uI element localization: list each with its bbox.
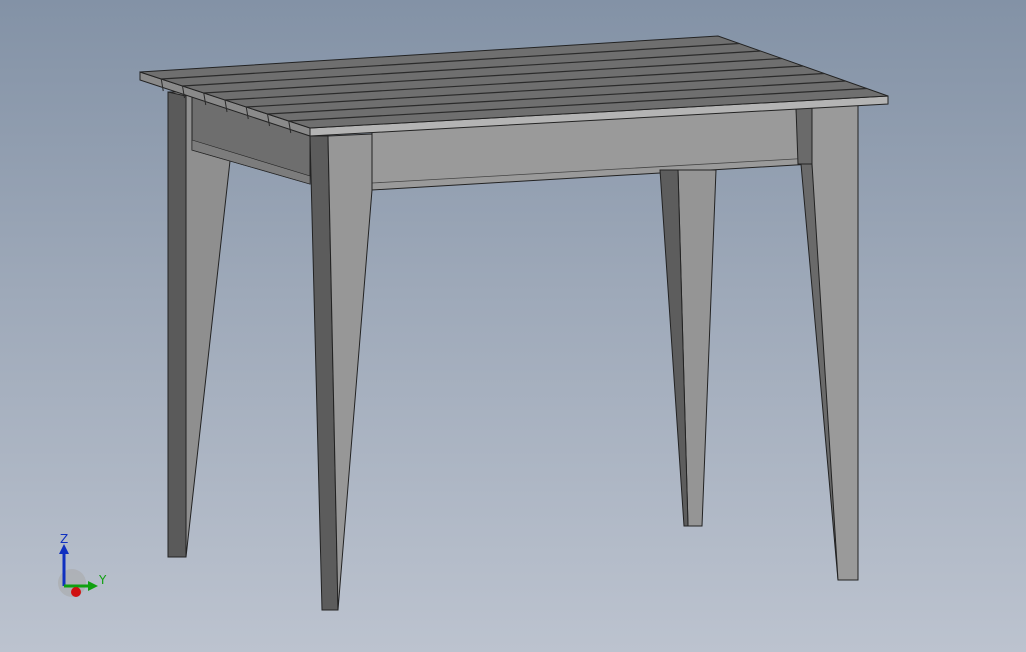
y-axis-label: Y <box>98 573 107 587</box>
back-left-leg-dark-face <box>167 91 187 558</box>
table-model[interactable] <box>0 0 1026 652</box>
front-right-leg-edge <box>795 105 813 165</box>
x-axis-sphere <box>71 587 81 597</box>
coordinate-triad: Z Y <box>58 532 107 597</box>
graphics-viewport[interactable]: Z Y <box>0 0 1026 652</box>
y-axis-arrow <box>88 581 98 591</box>
z-axis-label: Z <box>60 532 68 546</box>
